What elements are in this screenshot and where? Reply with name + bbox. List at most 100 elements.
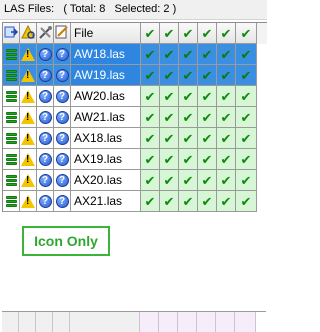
check-cell[interactable]: ✔ (198, 128, 217, 149)
check-cell[interactable]: ✔ (236, 44, 257, 65)
row-warning-cell[interactable] (20, 86, 37, 107)
check-cell[interactable]: ✔ (179, 107, 198, 128)
table-row[interactable]: ?? AX20.las ✔ ✔ ✔ ✔ ✔ ✔ (3, 170, 267, 191)
check-cell[interactable]: ✔ (160, 191, 179, 212)
row-status-cell[interactable] (3, 128, 20, 149)
row-help-cell[interactable]: ? (54, 107, 71, 128)
row-status-cell[interactable] (3, 107, 20, 128)
file-name-cell[interactable]: AX19.las (71, 149, 141, 170)
row-status-cell[interactable] (3, 170, 20, 191)
check-cell[interactable]: ✔ (198, 65, 217, 86)
tools-header-button[interactable] (37, 23, 54, 44)
check-column-header[interactable]: ✔ (217, 23, 236, 44)
export-header-button[interactable] (3, 23, 20, 44)
check-cell[interactable]: ✔ (141, 149, 160, 170)
check-cell[interactable]: ✔ (236, 191, 257, 212)
check-cell[interactable]: ✔ (236, 65, 257, 86)
check-cell[interactable]: ✔ (160, 65, 179, 86)
check-cell[interactable]: ✔ (236, 170, 257, 191)
check-cell[interactable]: ✔ (160, 86, 179, 107)
file-name-cell[interactable]: AW19.las (71, 65, 141, 86)
table-row[interactable]: ?? AX19.las ✔ ✔ ✔ ✔ ✔ ✔ (3, 149, 267, 170)
check-cell[interactable]: ✔ (198, 86, 217, 107)
check-cell[interactable]: ✔ (141, 44, 160, 65)
row-help-cell[interactable]: ? (54, 170, 71, 191)
row-help-cell[interactable]: ? (37, 107, 54, 128)
row-help-cell[interactable]: ? (37, 170, 54, 191)
check-cell[interactable]: ✔ (141, 65, 160, 86)
icon-only-badge[interactable]: Icon Only (22, 226, 110, 256)
row-help-cell[interactable]: ? (54, 149, 71, 170)
check-cell[interactable]: ✔ (179, 86, 198, 107)
row-status-cell[interactable] (3, 149, 20, 170)
check-column-header[interactable]: ✔ (198, 23, 217, 44)
check-cell[interactable]: ✔ (198, 191, 217, 212)
check-cell[interactable]: ✔ (217, 107, 236, 128)
check-cell[interactable]: ✔ (160, 128, 179, 149)
table-row[interactable]: ?? AX21.las ✔ ✔ ✔ ✔ ✔ ✔ (3, 191, 267, 212)
check-cell[interactable]: ✔ (160, 107, 179, 128)
row-warning-cell[interactable] (20, 149, 37, 170)
check-cell[interactable]: ✔ (141, 170, 160, 191)
table-row[interactable]: ?? AW18.las ✔ ✔ ✔ ✔ ✔ ✔ (3, 44, 267, 65)
check-cell[interactable]: ✔ (198, 44, 217, 65)
check-cell[interactable]: ✔ (179, 149, 198, 170)
check-cell[interactable]: ✔ (198, 107, 217, 128)
row-help-cell[interactable]: ? (37, 149, 54, 170)
check-cell[interactable]: ✔ (236, 128, 257, 149)
table-row[interactable]: ?? AX18.las ✔ ✔ ✔ ✔ ✔ ✔ (3, 128, 267, 149)
check-cell[interactable]: ✔ (217, 149, 236, 170)
check-cell[interactable]: ✔ (236, 86, 257, 107)
check-cell[interactable]: ✔ (236, 149, 257, 170)
check-cell[interactable]: ✔ (141, 191, 160, 212)
check-cell[interactable]: ✔ (141, 86, 160, 107)
check-column-header[interactable]: ✔ (141, 23, 160, 44)
row-warning-cell[interactable] (20, 170, 37, 191)
check-cell[interactable]: ✔ (217, 44, 236, 65)
check-column-header[interactable]: ✔ (160, 23, 179, 44)
row-help-cell[interactable]: ? (37, 191, 54, 212)
check-cell[interactable]: ✔ (141, 107, 160, 128)
row-warning-cell[interactable] (20, 107, 37, 128)
check-cell[interactable]: ✔ (141, 128, 160, 149)
check-column-header[interactable]: ✔ (236, 23, 257, 44)
row-help-cell[interactable]: ? (54, 86, 71, 107)
row-help-cell[interactable]: ? (37, 65, 54, 86)
check-cell[interactable]: ✔ (236, 107, 257, 128)
row-help-cell[interactable]: ? (54, 191, 71, 212)
check-cell[interactable]: ✔ (217, 128, 236, 149)
row-warning-cell[interactable] (20, 44, 37, 65)
file-name-cell[interactable]: AW20.las (71, 86, 141, 107)
check-cell[interactable]: ✔ (179, 44, 198, 65)
row-warning-cell[interactable] (20, 128, 37, 149)
row-help-cell[interactable]: ? (54, 44, 71, 65)
row-status-cell[interactable] (3, 44, 20, 65)
check-cell[interactable]: ✔ (160, 170, 179, 191)
row-help-cell[interactable]: ? (37, 128, 54, 149)
row-help-cell[interactable]: ? (37, 86, 54, 107)
check-cell[interactable]: ✔ (217, 191, 236, 212)
table-row[interactable]: ?? AW19.las ✔ ✔ ✔ ✔ ✔ ✔ (3, 65, 267, 86)
row-warning-cell[interactable] (20, 191, 37, 212)
row-help-cell[interactable]: ? (54, 128, 71, 149)
check-cell[interactable]: ✔ (217, 86, 236, 107)
row-status-cell[interactable] (3, 191, 20, 212)
row-help-cell[interactable]: ? (54, 65, 71, 86)
row-help-cell[interactable]: ? (37, 44, 54, 65)
check-cell[interactable]: ✔ (179, 191, 198, 212)
table-row[interactable]: ?? AW20.las ✔ ✔ ✔ ✔ ✔ ✔ (3, 86, 267, 107)
check-cell[interactable]: ✔ (198, 149, 217, 170)
check-cell[interactable]: ✔ (179, 65, 198, 86)
edit-header-button[interactable] (54, 23, 71, 44)
check-cell[interactable]: ✔ (179, 170, 198, 191)
file-name-cell[interactable]: AW21.las (71, 107, 141, 128)
file-name-cell[interactable]: AX20.las (71, 170, 141, 191)
search-warning-header-button[interactable] (20, 23, 37, 44)
check-cell[interactable]: ✔ (179, 128, 198, 149)
table-row[interactable]: ?? AW21.las ✔ ✔ ✔ ✔ ✔ ✔ (3, 107, 267, 128)
row-warning-cell[interactable] (20, 65, 37, 86)
check-cell[interactable]: ✔ (160, 149, 179, 170)
row-status-cell[interactable] (3, 86, 20, 107)
check-cell[interactable]: ✔ (198, 170, 217, 191)
check-cell[interactable]: ✔ (217, 170, 236, 191)
